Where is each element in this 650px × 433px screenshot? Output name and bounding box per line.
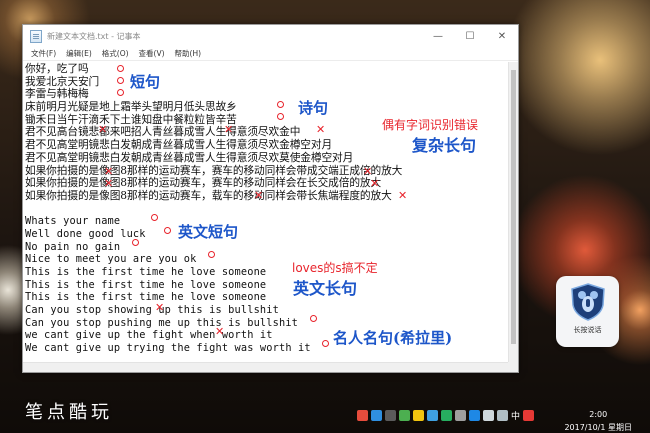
- text-line: Well done good luck: [25, 227, 146, 240]
- notepad-window: 新建文本文档.txt - 记事本 — ☐ ✕ 文件(F) 编辑(E) 格式(O)…: [22, 24, 519, 373]
- error-mark-icon: ✕: [104, 165, 114, 178]
- voice-app-shortcut[interactable]: 长按说话: [556, 276, 619, 347]
- menu-view[interactable]: 查看(V): [134, 48, 170, 59]
- tray-app-icon[interactable]: [427, 410, 438, 421]
- text-line: This is the first time he love someone: [25, 266, 267, 278]
- menu-format[interactable]: 格式(O): [97, 48, 134, 59]
- vertical-scrollbar[interactable]: [508, 62, 518, 362]
- error-mark-icon: ✕: [224, 123, 234, 136]
- correct-mark-icon: [132, 239, 139, 246]
- error-mark-icon: ✕: [104, 177, 114, 190]
- ime-indicator[interactable]: 中: [511, 409, 520, 422]
- text-line: This is the first time he love someone: [25, 278, 267, 291]
- correct-mark-icon: [277, 101, 284, 108]
- menu-bar: 文件(F) 编辑(E) 格式(O) 查看(V) 帮助(H): [23, 47, 518, 61]
- tray-app-icon[interactable]: [371, 410, 382, 421]
- label-short-sentence: 短句: [130, 73, 161, 91]
- app-label: 长按说话: [573, 326, 602, 334]
- taskbar-clock[interactable]: 2:00 2017/10/1 星期日: [564, 408, 632, 433]
- text-line: This is the first time he love someone: [25, 291, 267, 304]
- correct-mark-icon: [151, 214, 158, 221]
- maximize-button[interactable]: ☐: [454, 25, 486, 47]
- text-line: 如果你拍摄的是像图8那样的运动赛车，载车的移动同样会带长焦端程度的放大: [25, 188, 392, 202]
- text-line: 如果你拍摄的是像图8那样的运动赛车，赛车的移动同样会在长交成倍的放大: [25, 176, 382, 190]
- minimize-button[interactable]: —: [422, 25, 454, 47]
- volume-icon[interactable]: [497, 410, 508, 421]
- horizontal-scrollbar[interactable]: [23, 362, 508, 372]
- label-english-long: 英文长句: [293, 279, 358, 298]
- note-loves: loves的s搞不定: [292, 261, 378, 275]
- correct-mark-icon: [117, 89, 124, 96]
- error-mark-icon: ✕: [370, 177, 380, 190]
- label-famous-quotes: 名人名句(希拉里): [333, 329, 453, 347]
- text-line: 床前明月光疑是地上霜举头望明月低头思故乡: [25, 100, 237, 114]
- clock-time: 2:00: [589, 410, 608, 419]
- shield-mic-icon: [570, 283, 605, 321]
- text-editor[interactable]: 你好，吃了吗 我爱北京天安门 李雷与韩梅梅 床前明月光疑是地上霜举头望明月低头思…: [23, 62, 508, 362]
- error-mark-icon: ✕: [398, 189, 408, 202]
- window-controls: — ☐ ✕: [422, 25, 518, 47]
- correct-mark-icon: [117, 77, 124, 84]
- text-line: Whats your name: [25, 215, 121, 228]
- correct-mark-icon: [322, 340, 329, 347]
- text-line: Can you stop showing up this is bullshit: [25, 304, 279, 317]
- menu-file[interactable]: 文件(F): [26, 48, 61, 59]
- watermark-text: 笔点酷玩: [25, 402, 113, 423]
- close-button[interactable]: ✕: [486, 25, 518, 47]
- scroll-thumb[interactable]: [511, 70, 516, 344]
- tray-app-icon[interactable]: [523, 410, 535, 421]
- error-mark-icon: ✕: [155, 301, 165, 314]
- tray-app-icon[interactable]: [399, 410, 410, 421]
- network-icon[interactable]: [483, 410, 494, 421]
- text-line: Nice to meet you are you ok: [25, 253, 197, 266]
- correct-mark-icon: [310, 315, 317, 322]
- window-title: 新建文本文档.txt - 记事本: [47, 31, 141, 41]
- text-line: 你好，吃了吗: [25, 62, 89, 75]
- wechat-icon[interactable]: [441, 410, 452, 421]
- label-poem: 诗句: [298, 99, 329, 117]
- system-tray: 中: [357, 409, 535, 422]
- clock-date: 2017/10/1 星期日: [564, 423, 632, 432]
- error-mark-icon: ✕: [215, 325, 225, 338]
- label-english-short: 英文短句: [178, 223, 239, 241]
- error-mark-icon: ✕: [316, 123, 326, 136]
- note-recognition-error: 偶有字词识别错误: [382, 118, 479, 132]
- text-line: 我爱北京天安门: [25, 74, 100, 88]
- label-complex-long: 复杂长句: [412, 136, 477, 155]
- correct-mark-icon: [117, 65, 124, 72]
- tray-app-icon[interactable]: [455, 410, 466, 421]
- error-mark-icon: ✕: [363, 165, 373, 178]
- menu-edit[interactable]: 编辑(E): [61, 48, 97, 59]
- correct-mark-icon: [208, 251, 215, 258]
- error-mark-icon: ✕: [98, 123, 108, 136]
- notepad-icon: [30, 29, 42, 43]
- text-line: No pain no gain: [25, 240, 121, 253]
- tray-app-icon[interactable]: [469, 410, 480, 421]
- tray-app-icon[interactable]: [385, 410, 396, 421]
- correct-mark-icon: [277, 113, 284, 120]
- error-mark-icon: ✕: [254, 189, 264, 202]
- tray-app-icon[interactable]: [413, 410, 424, 421]
- title-bar[interactable]: 新建文本文档.txt - 记事本 — ☐ ✕: [23, 25, 518, 47]
- menu-help[interactable]: 帮助(H): [170, 48, 207, 59]
- tray-app-icon[interactable]: [357, 410, 368, 421]
- size-grip: [508, 362, 518, 372]
- correct-mark-icon: [164, 227, 171, 234]
